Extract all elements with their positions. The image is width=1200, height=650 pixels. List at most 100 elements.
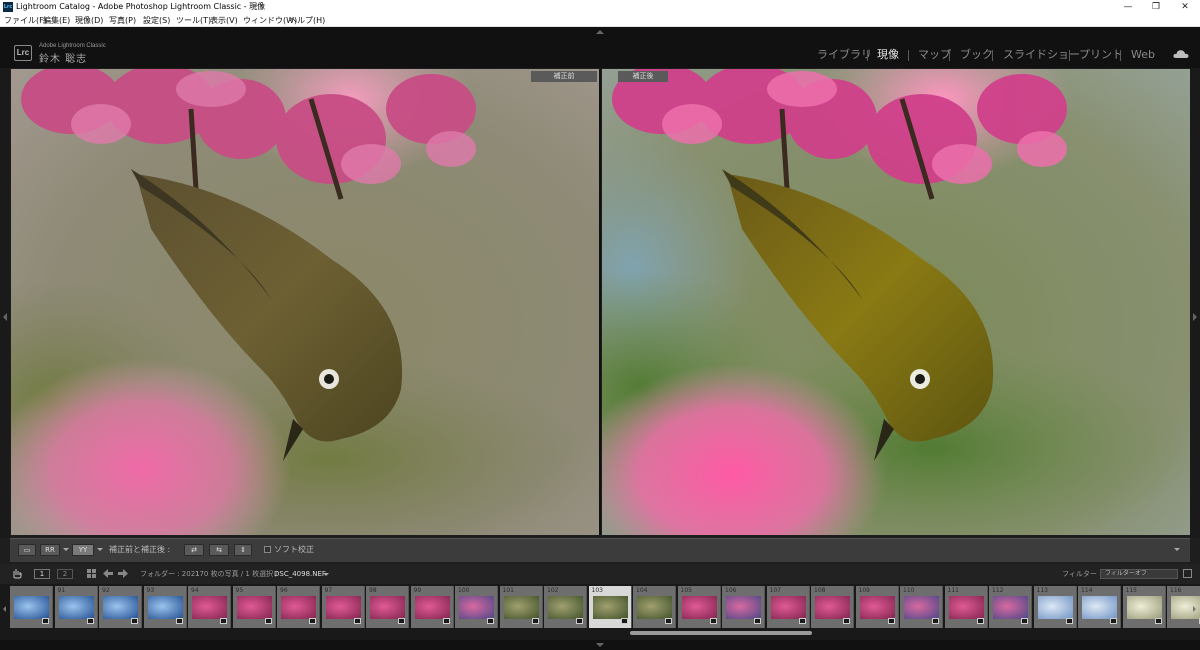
- thumbnail-image: [58, 596, 94, 619]
- grid-view-icon[interactable]: [87, 569, 96, 578]
- filmstrip-thumbnail[interactable]: 104: [633, 586, 676, 628]
- loupe-view-button[interactable]: ▭: [18, 544, 36, 556]
- filmstrip-thumbnail[interactable]: 106: [722, 586, 765, 628]
- restore-button[interactable]: ❐: [1141, 0, 1171, 14]
- filter-lock-toggle[interactable]: [1183, 569, 1192, 578]
- menu-edit[interactable]: 編集(E): [43, 14, 70, 27]
- module-map[interactable]: マップ: [918, 47, 951, 63]
- filmstrip-scrollbar[interactable]: [630, 631, 812, 635]
- filmstrip-thumbnail[interactable]: 112: [989, 586, 1032, 628]
- after-photo-image: [602, 69, 1190, 535]
- compare-divider: [599, 69, 601, 535]
- module-web[interactable]: Web: [1131, 47, 1155, 63]
- menu-photo[interactable]: 写真(P): [109, 14, 136, 27]
- left-right-compare-button[interactable]: RR: [40, 544, 60, 556]
- back-arrow-icon[interactable]: [103, 569, 113, 578]
- edited-badge-icon: [264, 618, 272, 624]
- filmstrip-scroll-right-icon[interactable]: [1193, 606, 1196, 612]
- menu-settings[interactable]: 設定(S): [143, 14, 170, 27]
- copy-before-to-after-button[interactable]: ⇄: [184, 544, 204, 556]
- module-separator: [867, 50, 868, 61]
- minimize-button[interactable]: —: [1113, 0, 1143, 14]
- close-button[interactable]: ✕: [1170, 0, 1200, 14]
- before-after-view-button[interactable]: YY: [72, 544, 94, 556]
- thumbnail-index: 105: [680, 587, 692, 594]
- cloud-sync-icon[interactable]: [1173, 49, 1189, 59]
- thumbnail-index: 96: [280, 587, 288, 594]
- filmstrip-thumbnail[interactable]: 102: [544, 586, 587, 628]
- filmstrip-thumbnail[interactable]: 115: [1122, 586, 1166, 628]
- module-print[interactable]: プリント: [1079, 47, 1123, 63]
- before-after-dropdown-icon[interactable]: [97, 548, 103, 551]
- bottom-panel-toggle-icon[interactable]: [596, 643, 604, 647]
- filmstrip-thumbnail[interactable]: 100: [455, 586, 498, 628]
- compare-mode-dropdown-icon[interactable]: [63, 548, 69, 551]
- filmstrip-thumbnail[interactable]: 111: [944, 586, 988, 628]
- top-panel-toggle-icon[interactable]: [596, 30, 604, 34]
- filmstrip-thumbnail[interactable]: 105: [677, 586, 721, 628]
- edited-badge-icon: [665, 618, 672, 624]
- edited-badge-icon: [620, 618, 628, 624]
- selected-filename[interactable]: DSC_4098.NEF: [274, 568, 326, 580]
- filmstrip-thumbnail[interactable]: 91: [54, 586, 98, 628]
- thumbnail-image: [904, 596, 939, 619]
- filmstrip-thumbnail[interactable]: 99: [410, 586, 454, 628]
- soft-proof-checkbox[interactable]: [264, 546, 271, 553]
- edited-badge-icon: [1154, 618, 1162, 624]
- thumbnail-index: 114: [1081, 587, 1093, 594]
- right-panel-strip[interactable]: [1190, 68, 1200, 538]
- edited-badge-icon: [353, 618, 361, 624]
- filmstrip-thumbnail[interactable]: 96: [277, 586, 320, 628]
- main-window-button[interactable]: 1: [34, 569, 50, 579]
- filmstrip-scroll-left-icon[interactable]: [3, 606, 6, 612]
- second-window-button[interactable]: 2: [57, 569, 73, 579]
- swap-before-after-button[interactable]: ⇕: [234, 544, 252, 556]
- source-dropdown-icon[interactable]: [323, 573, 329, 576]
- filmstrip-thumbnail[interactable]: 92: [99, 586, 142, 628]
- thumbnail-image: [637, 596, 672, 619]
- filmstrip-thumbnail[interactable]: [10, 586, 53, 628]
- filmstrip-thumbnail[interactable]: 103: [588, 586, 632, 628]
- forward-arrow-icon[interactable]: [118, 569, 128, 578]
- before-photo[interactable]: [11, 69, 599, 535]
- edited-badge-icon: [531, 618, 539, 624]
- filmstrip-thumbnail[interactable]: 97: [321, 586, 365, 628]
- filmstrip-thumbnail[interactable]: 98: [366, 586, 409, 628]
- window-titlebar: Lrc Lightroom Catalog - Adobe Photoshop …: [0, 0, 1200, 14]
- menu-tools[interactable]: ツール(T): [176, 14, 211, 27]
- after-photo[interactable]: [602, 69, 1190, 535]
- thumbnail-index: 109: [858, 587, 870, 594]
- thumbnail-image: [1082, 596, 1117, 619]
- filmstrip-thumbnail[interactable]: 101: [499, 586, 543, 628]
- filmstrip-thumbnail[interactable]: 94: [188, 586, 231, 628]
- filmstrip-thumbnail[interactable]: 93: [143, 586, 187, 628]
- filmstrip-thumbnail[interactable]: 108: [811, 586, 854, 628]
- thumbnail-image: [147, 596, 183, 619]
- right-panel-toggle-icon[interactable]: [1193, 313, 1197, 321]
- copy-after-to-before-button[interactable]: ⇆: [209, 544, 229, 556]
- thumbnail-image: [192, 596, 227, 619]
- module-book[interactable]: ブック: [960, 47, 993, 63]
- before-photo-image: [11, 69, 599, 535]
- toolbar-content-dropdown-icon[interactable]: [1174, 548, 1180, 551]
- filmstrip-thumbnail[interactable]: 107: [766, 586, 810, 628]
- menu-file[interactable]: ファイル(F): [4, 14, 47, 27]
- module-library[interactable]: ライブラリ: [817, 47, 872, 63]
- filmstrip-thumbnail[interactable]: 110: [900, 586, 943, 628]
- menu-help[interactable]: ヘルプ(H): [289, 14, 325, 27]
- filmstrip-thumbnail[interactable]: 114: [1078, 586, 1121, 628]
- filmstrip-thumbnail[interactable]: 109: [855, 586, 899, 628]
- filmstrip-thumbnail[interactable]: 113: [1033, 586, 1077, 628]
- menu-view[interactable]: 表示(V): [210, 14, 238, 27]
- left-panel-strip[interactable]: [0, 68, 10, 538]
- filter-select[interactable]: フィルターオフ: [1100, 569, 1178, 579]
- filmstrip-thumbnail[interactable]: 95: [232, 586, 276, 628]
- module-develop[interactable]: 現像: [877, 47, 899, 63]
- secondary-display-icon[interactable]: [12, 568, 22, 579]
- left-panel-toggle-icon[interactable]: [3, 313, 7, 321]
- folder-label[interactable]: フォルダー : 2021: [140, 568, 200, 580]
- module-separator: [949, 50, 950, 61]
- edited-badge-icon: [86, 618, 94, 624]
- edited-badge-icon: [843, 618, 850, 624]
- menu-develop[interactable]: 現像(D): [75, 14, 103, 27]
